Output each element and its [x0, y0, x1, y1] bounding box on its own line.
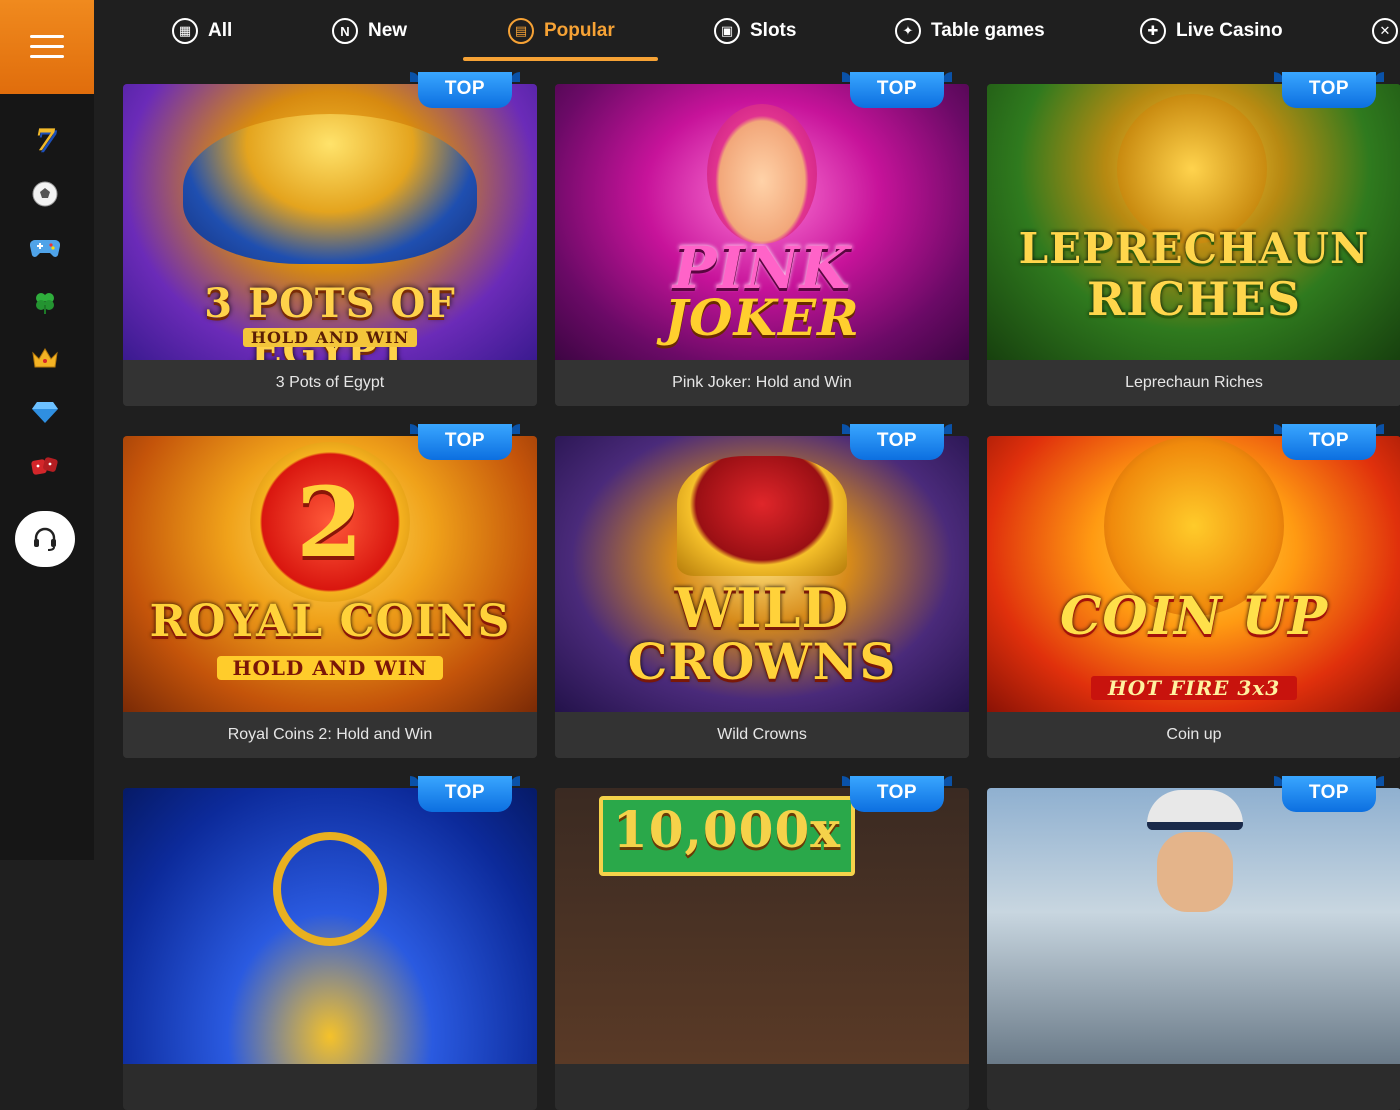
top-badge: TOP [410, 424, 520, 464]
game-art-title: LEPRECHAUN [1018, 224, 1370, 273]
game-thumbnail: 2 ROYAL COINS HOLD AND WIN [123, 436, 537, 712]
game-card-partial-3[interactable]: TOP [987, 776, 1400, 1110]
game-thumbnail: 3 POTS OF EGYPT HOLD AND WIN [123, 84, 537, 360]
tab-new[interactable]: N New [332, 0, 407, 62]
grid-icon: ▦ [172, 18, 198, 44]
tab-table-games[interactable]: ✦ Table games [895, 0, 1045, 62]
sidebar-dice[interactable] [27, 448, 63, 484]
top-badge-label: TOP [876, 78, 918, 99]
slot-machine-icon: ▣ [714, 18, 740, 44]
tab-popular[interactable]: ▤ Popular [508, 0, 615, 62]
game-art-title: ROYAL COINS [149, 596, 511, 647]
soccer-ball-icon [32, 181, 58, 207]
top-badge-label: TOP [1308, 78, 1350, 99]
game-thumbnail [987, 788, 1400, 1064]
game-card-partial-1[interactable]: TOP [123, 776, 537, 1110]
game-thumbnail [123, 788, 537, 1064]
top-badge-label: TOP [444, 78, 486, 99]
top-badge: TOP [1274, 776, 1384, 816]
game-card-royal-coins-2[interactable]: 2 ROYAL COINS HOLD AND WIN Royal Coins 2… [123, 424, 537, 758]
top-badge: TOP [1274, 424, 1384, 464]
category-tabs: ▦ All N New ▤ Popular ▣ Slots ✦ Table ga… [94, 0, 1400, 64]
hamburger-icon [30, 35, 64, 59]
game-title: Coin up [987, 712, 1400, 758]
game-title: Wild Crowns [555, 712, 969, 758]
game-thumbnail: COIN UP HOT FIRE 3x3 [987, 436, 1400, 712]
game-thumbnail: PINK JOKER [555, 84, 969, 360]
tab-all[interactable]: ▦ All [172, 0, 232, 62]
game-title: Royal Coins 2: Hold and Win [123, 712, 537, 758]
seven-icon: 7 [34, 122, 56, 158]
sidebar-vip[interactable] [27, 340, 63, 376]
top-badge: TOP [842, 72, 952, 112]
game-art-title: COIN UP [1059, 586, 1329, 647]
tab-slots[interactable]: ▣ Slots [714, 0, 796, 62]
tab-live-casino[interactable]: ✚ Live Casino [1140, 0, 1283, 62]
game-card-wild-crowns[interactable]: WILD CROWNS Wild Crowns TOP [555, 424, 969, 758]
tab-label: Popular [544, 20, 615, 41]
top-badge: TOP [410, 72, 520, 112]
tab-more[interactable]: ✕ [1372, 0, 1398, 62]
game-card-coin-up[interactable]: COIN UP HOT FIRE 3x3 Coin up TOP [987, 424, 1400, 758]
game-art-subtitle: HOLD AND WIN [243, 328, 417, 347]
more-category-icon: ✕ [1372, 18, 1398, 44]
diamond-icon [32, 402, 58, 423]
sidebar-lucky[interactable] [27, 284, 63, 320]
game-art-subtitle: CROWNS [627, 632, 897, 691]
clover-icon [36, 293, 54, 314]
game-card-leprechaun-riches[interactable]: LEPRECHAUN RICHES Leprechaun Riches TOP [987, 72, 1400, 406]
tab-label: New [368, 20, 408, 41]
game-thumbnail: WILD CROWNS [555, 436, 969, 712]
game-art-subtitle: HOLD AND WIN [217, 656, 443, 680]
menu-button[interactable] [0, 0, 94, 94]
tab-label: Table games [931, 20, 1045, 41]
game-art-subtitle: RICHES [1086, 272, 1302, 326]
live-casino-icon: ✚ [1140, 18, 1166, 44]
top-badge: TOP [1274, 72, 1384, 112]
top-badge-label: TOP [1308, 782, 1350, 803]
game-art-numeral: 2 [296, 466, 364, 579]
gamepad-icon [30, 239, 60, 257]
top-badge-label: TOP [444, 430, 486, 451]
tab-label: Slots [750, 20, 797, 41]
crown-icon [32, 348, 58, 368]
game-art-title: WILD [674, 576, 850, 640]
game-card-3-pots-of-egypt[interactable]: 3 POTS OF EGYPT HOLD AND WIN 3 Pots of E… [123, 72, 537, 406]
sidebar-esports[interactable] [27, 230, 63, 266]
game-thumbnail: LEPRECHAUN RICHES [987, 84, 1400, 360]
poker-chip-icon: ✦ [895, 18, 921, 44]
popular-icon: ▤ [508, 18, 534, 44]
headset-icon [34, 527, 56, 551]
sidebar-slots-seven[interactable]: 7 [27, 122, 63, 158]
top-badge-label: TOP [444, 782, 486, 803]
game-art-subtitle: JOKER [664, 288, 860, 347]
game-title: Pink Joker: Hold and Win [555, 360, 969, 406]
top-badge-label: TOP [876, 782, 918, 803]
game-title: 3 Pots of Egypt [123, 360, 537, 406]
game-title: Leprechaun Riches [987, 360, 1400, 406]
active-tab-indicator [463, 57, 658, 61]
dice-icon [31, 457, 58, 475]
game-thumbnail: 10,000x [555, 788, 969, 1064]
tab-label: Live Casino [1176, 20, 1283, 41]
game-art-subtitle: HOT FIRE 3x3 [1091, 676, 1297, 700]
top-badge: TOP [842, 424, 952, 464]
top-badge-label: TOP [876, 430, 918, 451]
game-card-partial-2[interactable]: 10,000x TOP [555, 776, 969, 1110]
support-button[interactable] [15, 511, 75, 567]
sidebar-diamond[interactable] [27, 394, 63, 430]
sidebar-sports[interactable] [27, 176, 63, 212]
new-icon: N [332, 18, 358, 44]
game-art-title: 3 POTS OF EGYPT [204, 280, 456, 360]
sidebar: 7 [0, 0, 94, 860]
game-card-pink-joker[interactable]: PINK JOKER Pink Joker: Hold and Win TOP [555, 72, 969, 406]
top-badge: TOP [842, 776, 952, 816]
top-badge-label: TOP [1308, 430, 1350, 451]
game-art-title: 10,000x [612, 800, 842, 859]
top-badge: TOP [410, 776, 520, 816]
tab-label: All [208, 20, 233, 41]
